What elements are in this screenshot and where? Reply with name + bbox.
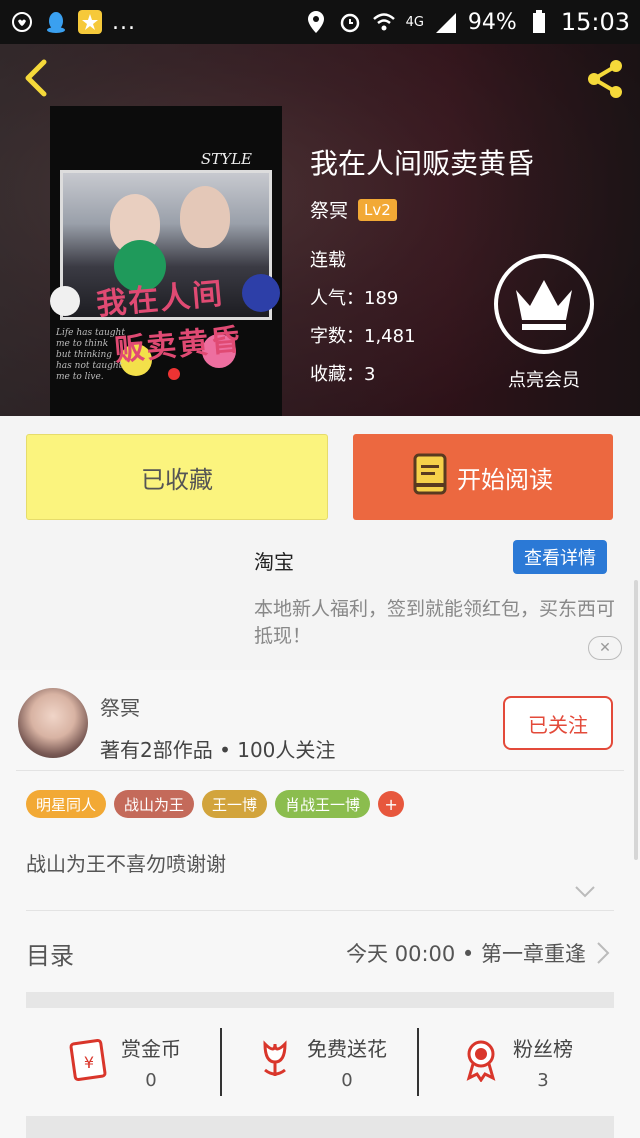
reward-row: ¥ 赏金币 0 免费送花 0 粉丝榜 3 [26, 1022, 614, 1102]
chevron-right-icon [597, 942, 610, 964]
svg-text:¥: ¥ [84, 1053, 94, 1072]
author-stats: 著有2部作品 • 100人关注 [100, 738, 336, 762]
chevron-down-icon [575, 886, 595, 898]
ad-title: 淘宝 [254, 550, 294, 574]
back-arrow-icon [25, 59, 47, 97]
start-reading-button[interactable]: 开始阅读 [353, 434, 613, 520]
popularity: 人气：189 [310, 288, 399, 309]
cover-dot-blue [242, 274, 280, 312]
network-type: 4G [405, 14, 424, 30]
back-button[interactable] [18, 58, 52, 98]
ad-details-button[interactable]: 查看详情 [513, 540, 607, 574]
add-tag-button[interactable]: + [378, 791, 405, 817]
author-name[interactable]: 祭冥 [100, 692, 140, 721]
author-level-badge: Lv2 [358, 198, 397, 221]
cover-dot-red [168, 368, 180, 380]
header-author-name[interactable]: 祭冥 [310, 196, 348, 223]
collected-label: 已收藏 [141, 465, 213, 494]
vip-button[interactable] [494, 254, 594, 354]
follow-button[interactable]: 已关注 [503, 696, 613, 750]
section-separator [26, 992, 614, 1008]
reward-fans-label: 粉丝榜 [513, 1037, 573, 1061]
signal-icon [434, 10, 458, 34]
divider [16, 770, 624, 771]
reward-coins[interactable]: ¥ 赏金币 0 [26, 1022, 222, 1102]
crown-icon [516, 280, 572, 330]
heart-shield-icon [10, 10, 34, 34]
medal-icon [459, 1038, 503, 1086]
red-envelope-icon: ¥ [67, 1038, 111, 1086]
book-description: 战山为王不喜勿喷谢谢 [26, 852, 226, 876]
flower-icon [253, 1038, 297, 1086]
status-bar: ... 4G 94% 15:03 [0, 0, 640, 44]
start-reading-label: 开始阅读 [457, 465, 553, 494]
clock: 15:03 [560, 8, 630, 36]
word-count: 字数：1,481 [310, 326, 416, 347]
author-avatar[interactable] [18, 688, 88, 758]
wifi-icon [372, 10, 396, 34]
divider [417, 1028, 419, 1096]
tag-item[interactable]: 肖战王一博 [275, 790, 371, 818]
alarm-icon [338, 10, 362, 34]
location-icon [304, 10, 328, 34]
favorite-count: 收藏：3 [310, 364, 376, 385]
reward-flowers-label: 免费送花 [307, 1037, 387, 1061]
battery-icon [527, 10, 551, 34]
tag-item[interactable]: 王一博 [202, 790, 268, 818]
book-icon [413, 453, 447, 501]
close-icon: ✕ [599, 640, 611, 656]
divider [220, 1028, 222, 1096]
book-title: 我在人间贩卖黄昏 [310, 147, 535, 180]
divider [26, 910, 614, 911]
reward-fans-count: 3 [537, 1070, 549, 1091]
share-icon [588, 60, 622, 98]
book-cover[interactable]: STYLE 我在人间 贩卖黄昏 Life has taught me to th… [50, 106, 282, 416]
tag-list: 明星同人 战山为王 王一博 肖战王一博 + [26, 790, 405, 818]
cover-style-text: STYLE [200, 150, 252, 168]
cover-quote: Life has taught me to think but thinking… [56, 328, 125, 382]
battery-level: 94% [467, 9, 517, 35]
collected-button[interactable]: 已收藏 [26, 434, 328, 520]
reward-flowers[interactable]: 免费送花 0 [222, 1022, 418, 1102]
ad-details-label: 查看详情 [524, 548, 596, 569]
vip-label: 点亮会员 [508, 370, 580, 391]
header-author-row: 祭冥 Lv2 [310, 196, 397, 223]
book-header: STYLE 我在人间 贩卖黄昏 Life has taught me to th… [0, 44, 640, 416]
reward-flowers-count: 0 [341, 1070, 353, 1091]
cover-dot-white [50, 286, 80, 316]
tag-item[interactable]: 明星同人 [26, 790, 107, 818]
reward-coins-count: 0 [145, 1070, 157, 1091]
latest-chapter-link[interactable]: 今天 00:00 • 第一章重逢 [346, 938, 610, 968]
reward-coins-label: 赏金币 [121, 1037, 181, 1061]
qq-icon [44, 10, 68, 34]
scrollbar[interactable] [634, 580, 638, 860]
latest-chapter: 今天 00:00 • 第一章重逢 [346, 942, 586, 966]
ad-close-button[interactable]: ✕ [588, 636, 622, 660]
section-separator [26, 1116, 614, 1138]
follow-label: 已关注 [528, 712, 588, 737]
tag-item[interactable]: 战山为王 [114, 790, 195, 818]
toc-label[interactable]: 目录 [26, 936, 74, 971]
more-notifications: ... [112, 9, 136, 35]
ad-text[interactable]: 本地新人福利，签到就能领红包，买东西可抵现！ [254, 596, 620, 650]
reward-fans[interactable]: 粉丝榜 3 [418, 1022, 614, 1102]
cover-figure-2 [180, 186, 230, 248]
share-button[interactable] [582, 56, 628, 102]
serial-status: 连载 [310, 250, 346, 271]
expand-description-button[interactable] [574, 884, 596, 898]
star-app-icon [78, 10, 102, 34]
